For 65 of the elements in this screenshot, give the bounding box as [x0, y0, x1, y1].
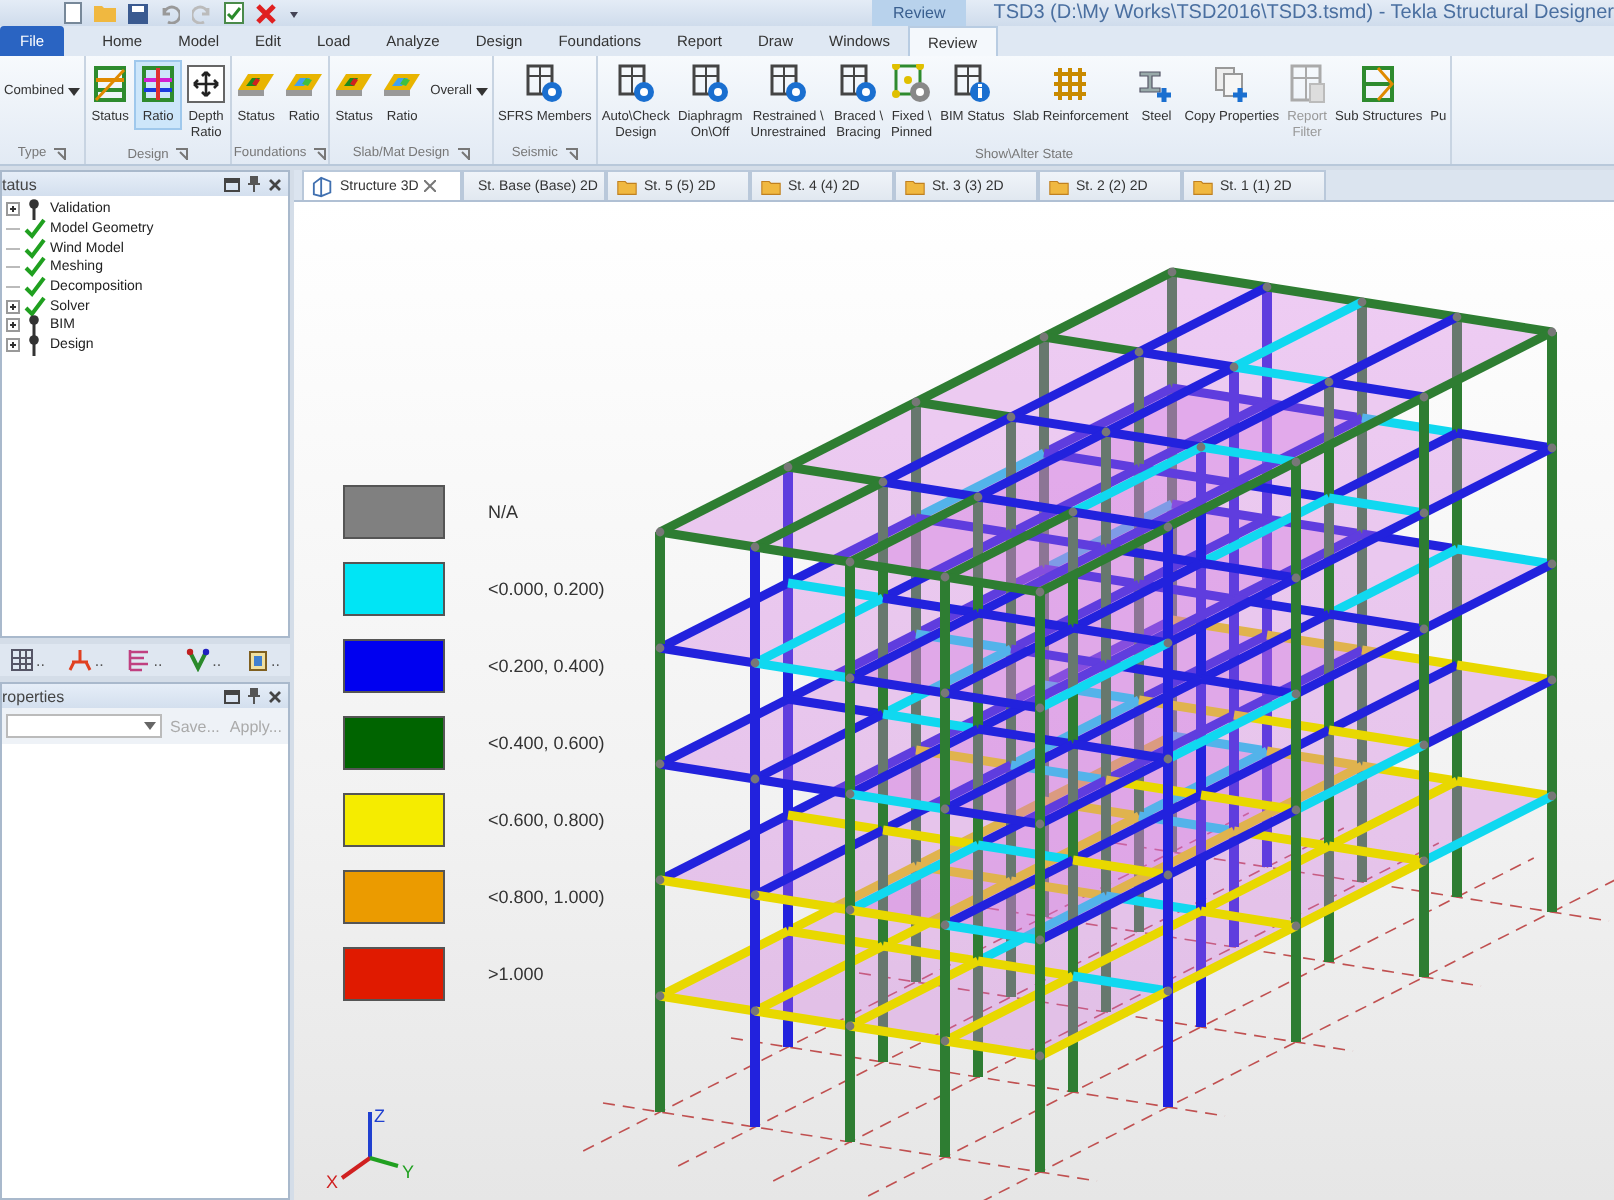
frame-info-icon — [952, 64, 993, 104]
support-icon — [68, 648, 93, 672]
dialog-launcher-icon[interactable] — [176, 148, 189, 161]
caret-icon — [144, 722, 156, 730]
window-title: TSD3 (D:\My Works\TSD2016\TSD3.tsmd) - Tekla Structural Designer — [993, 2, 1614, 24]
restore-icon[interactable] — [224, 177, 240, 191]
pin-icon[interactable] — [248, 688, 260, 704]
frame-icon — [90, 64, 131, 104]
customize-icon[interactable] — [288, 7, 300, 19]
close-icon[interactable] — [268, 177, 282, 191]
pin-icon[interactable] — [248, 176, 260, 192]
frame-icon — [1287, 64, 1328, 104]
folder-icon — [760, 175, 782, 197]
bar-icon — [127, 648, 152, 672]
legend-label: <0.600, 0.800) — [488, 810, 605, 830]
mesh-icon — [9, 648, 34, 672]
save-icon[interactable] — [128, 3, 148, 23]
undo-icon[interactable] — [160, 3, 180, 23]
panel-tab[interactable]: .. — [64, 648, 108, 672]
panel-tab[interactable]: .. — [123, 648, 167, 672]
legend-label: <0.400, 0.600) — [488, 733, 605, 753]
folder-icon — [1192, 175, 1214, 197]
frame-gear-icon — [524, 64, 565, 104]
legend-label: <0.000, 0.200) — [488, 579, 605, 599]
frame-gear-icon — [768, 64, 809, 104]
clipboard-check-icon[interactable] — [224, 2, 244, 24]
panel-tab[interactable]: .. — [5, 648, 49, 672]
expand-toggle-icon[interactable] — [6, 318, 20, 333]
caret-icon — [475, 87, 488, 96]
folder-icon — [1048, 175, 1070, 197]
frame-icon — [138, 64, 179, 104]
expand-toggle-icon[interactable] — [6, 338, 20, 353]
caret-icon — [68, 87, 81, 96]
folder-icon — [904, 175, 926, 197]
legend-label: <0.800, 1.000) — [488, 887, 605, 907]
axis-triad-drawing: Z X Y — [326, 1106, 415, 1192]
panel-title: tatus — [2, 175, 37, 193]
frame-gear-icon — [838, 64, 879, 104]
close-icon[interactable] — [256, 3, 276, 23]
close-icon[interactable] — [268, 689, 282, 703]
structure-icon — [312, 175, 334, 197]
frame-icon — [1358, 64, 1399, 104]
dialog-launcher-icon[interactable] — [457, 147, 470, 159]
dialog-launcher-icon[interactable] — [565, 147, 578, 159]
dialog-launcher-icon[interactable] — [54, 147, 67, 159]
frame-gear-icon — [891, 64, 932, 104]
legend-label: >1.000 — [488, 964, 544, 984]
dialog-launcher-icon[interactable] — [314, 147, 327, 159]
nodes-icon — [186, 648, 211, 672]
legend-label: <0.200, 0.400) — [488, 656, 605, 676]
panel-tab[interactable]: .. — [241, 648, 284, 672]
panel-tab[interactable]: .. — [182, 648, 226, 672]
expand-toggle-icon[interactable] — [6, 202, 20, 217]
legend-label: N/A — [488, 502, 519, 522]
panel-title: roperties — [2, 687, 65, 705]
grid-icon — [1050, 64, 1091, 104]
expand-toggle-icon[interactable] — [6, 299, 20, 314]
frame-gear-icon — [615, 64, 656, 104]
context-tab-header: Review — [872, 0, 966, 27]
close-icon[interactable] — [424, 180, 437, 192]
copy-icon — [1211, 64, 1252, 104]
restore-icon[interactable] — [224, 689, 240, 703]
folder-icon — [616, 175, 638, 197]
new-file-icon[interactable] — [64, 2, 82, 24]
frame-gear-icon — [690, 64, 731, 104]
